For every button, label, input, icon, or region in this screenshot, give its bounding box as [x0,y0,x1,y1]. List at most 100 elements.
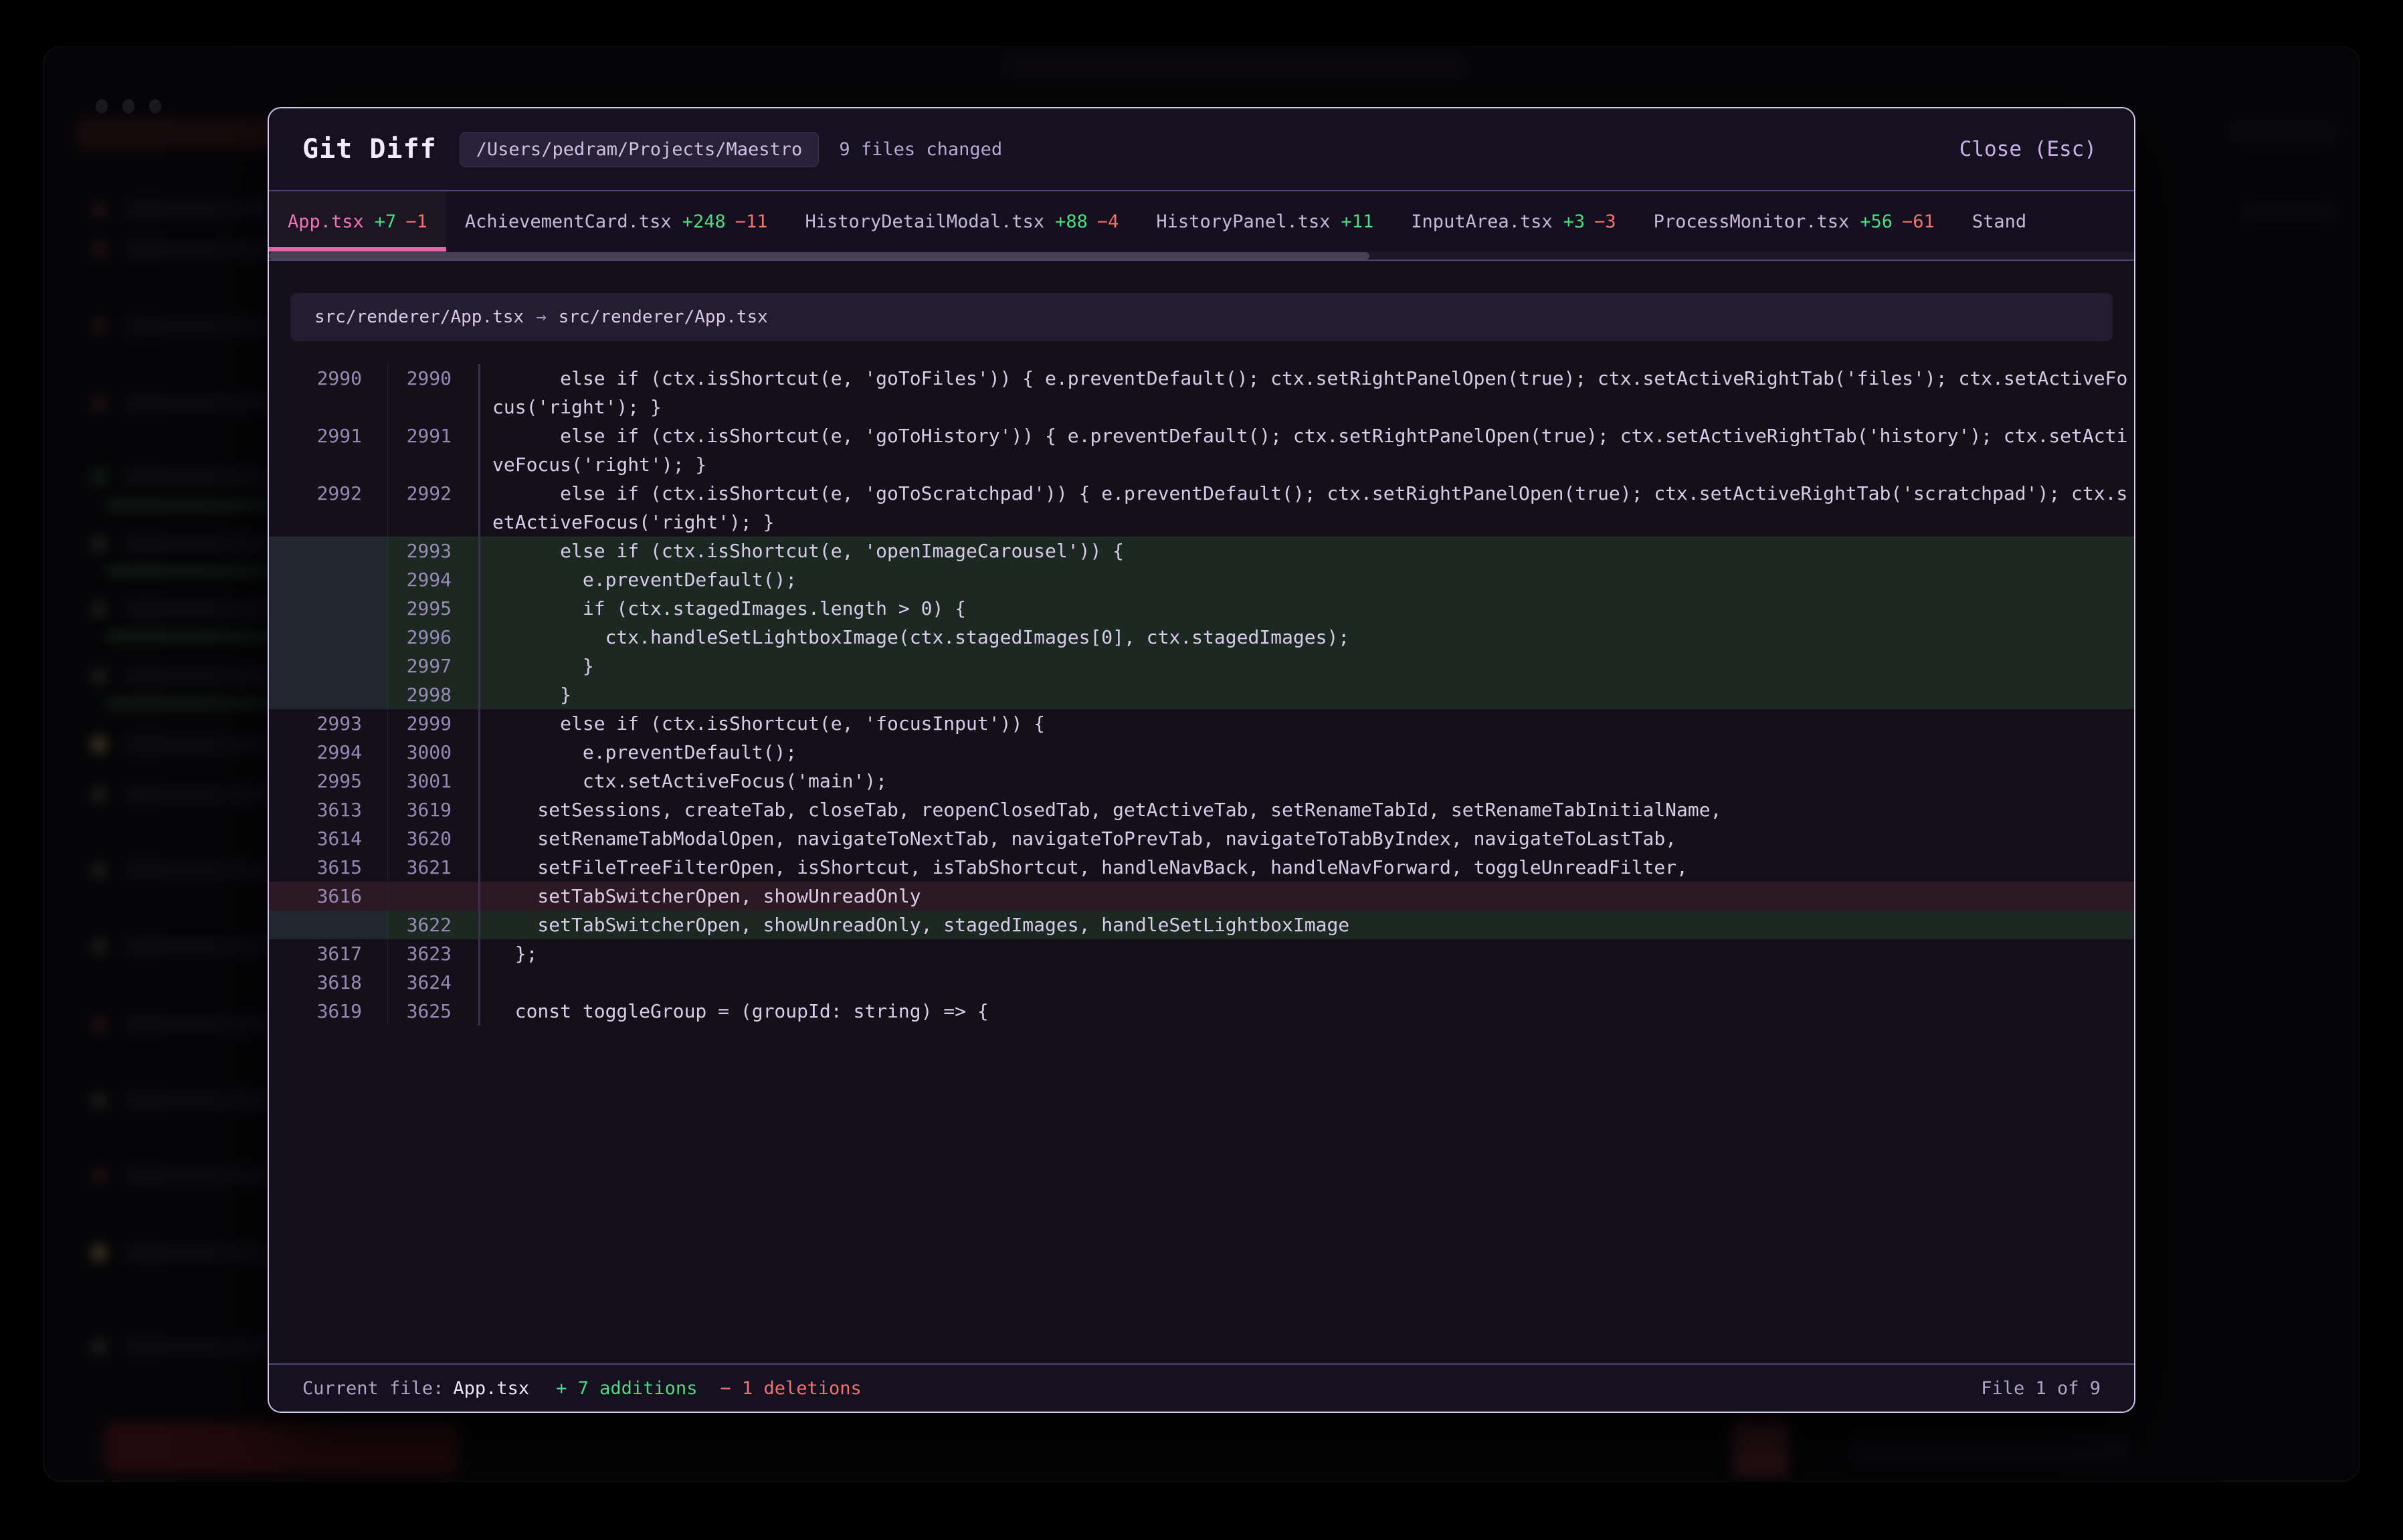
diff-row: 2995 if (ctx.stagedImages.length > 0) { [269,594,2134,623]
tab-filename: HistoryDetailModal.tsx [805,211,1045,232]
old-line-number: 3619 [269,997,388,1026]
diff-row: 36193625 const toggleGroup = (groupId: s… [269,997,2134,1026]
code-line: setRenameTabModalOpen, navigateToNextTab… [480,824,2134,853]
tab-deletions: −11 [735,211,768,232]
files-changed-count: 9 files changed [839,139,1002,160]
code-line: ctx.handleSetLightboxImage(ctx.stagedIma… [480,623,2134,652]
code-line [480,968,2134,997]
diff-file-tab-app-tsx[interactable]: App.tsx +7 −1 [269,191,446,252]
code-line: setFileTreeFilterOpen, isShortcut, isTab… [480,853,2134,882]
old-line-number [269,393,388,421]
diff-file-tab-achievementcard-tsx[interactable]: AchievementCard.tsx +248 −11 [446,191,787,252]
old-line-number [269,450,388,479]
new-line-number: 3621 [388,853,478,882]
code-line: setTabSwitcherOpen, showUnreadOnly [480,882,2134,910]
diff-row: 36153621 setFileTreeFilterOpen, isShortc… [269,853,2134,882]
code-line: }; [480,939,2134,968]
tab-deletions: −61 [1902,211,1935,232]
new-line-number: 2990 [388,364,478,393]
tab-filename: InputArea.tsx [1411,211,1552,232]
close-button[interactable]: Close (Esc) [1955,136,2101,162]
diff-row: 29902990 else if (ctx.isShortcut(e, 'goT… [269,364,2134,393]
diff-row: 3616 setTabSwitcherOpen, showUnreadOnly [269,882,2134,910]
code-line: else if (ctx.isShortcut(e, 'openImageCar… [480,537,2134,565]
diff-row: 36183624 [269,968,2134,997]
new-line-number: 2996 [388,623,478,652]
code-line: e.preventDefault(); [480,738,2134,767]
current-file-label: Current file: [302,1378,444,1399]
new-line-number: 2995 [388,594,478,623]
old-line-number: 2994 [269,738,388,767]
tabbar-scrollbar-thumb[interactable] [269,252,1369,260]
code-line: setSessions, createTab, closeTab, reopen… [480,795,2134,824]
new-line-number: 3625 [388,997,478,1026]
old-line-number [269,680,388,709]
old-line-number [269,623,388,652]
diff-row: veFocus('right'); } [269,450,2134,479]
old-line-number [269,652,388,680]
old-line-number: 2992 [269,479,388,508]
diff-row: 2994 e.preventDefault(); [269,565,2134,594]
diff-row: 2993 else if (ctx.isShortcut(e, 'openIma… [269,537,2134,565]
new-line-number: 2991 [388,421,478,450]
tab-deletions: −4 [1097,211,1119,232]
code-line: else if (ctx.isShortcut(e, 'goToFiles'))… [480,364,2134,393]
old-line-number [269,565,388,594]
new-line-number: 3001 [388,767,478,795]
modal-footer: Current file: App.tsx + 7 additions − 1 … [269,1363,2134,1412]
new-line-number [388,393,478,421]
old-line-number: 3616 [269,882,388,910]
diff-row: 36143620 setRenameTabModalOpen, navigate… [269,824,2134,853]
diff-file-tab-historypanel-tsx[interactable]: HistoryPanel.tsx +11 [1137,191,1392,252]
diff-row: 29912991 else if (ctx.isShortcut(e, 'goT… [269,421,2134,450]
diff-row: 2997 } [269,652,2134,680]
additions-count: + 7 additions [556,1378,697,1399]
tab-additions: +11 [1341,211,1374,232]
code-line: else if (ctx.isShortcut(e, 'goToScratchp… [480,479,2134,508]
code-line: } [480,652,2134,680]
tab-filename: App.tsx [288,211,364,232]
diff-file-tab-inputarea-tsx[interactable]: InputArea.tsx+3−3 [1392,191,1634,252]
new-line-number: 2999 [388,709,478,738]
diff-row: cus('right'); } [269,393,2134,421]
new-line-number: 3620 [388,824,478,853]
old-line-number: 3618 [269,968,388,997]
code-line: cus('right'); } [480,393,2134,421]
git-diff-modal: Git Diff /Users/pedram/Projects/Maestro … [268,107,2135,1413]
repo-path-badge: /Users/pedram/Projects/Maestro [460,132,820,167]
tab-filename: HistoryPanel.tsx [1156,211,1330,232]
new-line-number [388,508,478,537]
new-line-number: 3622 [388,910,478,939]
code-line: const toggleGroup = (groupId: string) =>… [480,997,2134,1026]
tab-filename: Stand [1972,211,2026,232]
diff-row: 2998 } [269,680,2134,709]
diff-file-tab-historydetailmodal-tsx[interactable]: HistoryDetailModal.tsx +88 −4 [787,191,1138,252]
file-tabbar: App.tsx +7 −1 AchievementCard.tsx +248 −11 His… [269,191,2134,252]
diff-row: 29922992 else if (ctx.isShortcut(e, 'goT… [269,479,2134,508]
diff-row: 29943000 e.preventDefault(); [269,738,2134,767]
code-line: } [480,680,2134,709]
code-line: else if (ctx.isShortcut(e, 'goToHistory'… [480,421,2134,450]
old-line-number: 2993 [269,709,388,738]
file-path-from: src/renderer/App.tsx [314,307,524,327]
tab-filename: AchievementCard.tsx [465,211,672,232]
diff-line-list: 29902990 else if (ctx.isShortcut(e, 'goT… [269,364,2134,1026]
code-line: e.preventDefault(); [480,565,2134,594]
file-path-to: src/renderer/App.tsx [559,307,768,327]
new-line-number: 3624 [388,968,478,997]
old-line-number: 3615 [269,853,388,882]
diff-file-tab-processmonitor-tsx[interactable]: ProcessMonitor.tsx+56−61 [1635,191,1953,252]
diff-file-tab-stand[interactable]: Stand [1953,191,2045,252]
old-line-number [269,910,388,939]
new-line-number: 2998 [388,680,478,709]
tab-additions: +7 [375,211,397,232]
tab-additions: +248 [682,211,726,232]
diff-row: 29932999 else if (ctx.isShortcut(e, 'foc… [269,709,2134,738]
old-line-number [269,537,388,565]
old-line-number: 3614 [269,824,388,853]
diff-row: 29953001 ctx.setActiveFocus('main'); [269,767,2134,795]
modal-header: Git Diff /Users/pedram/Projects/Maestro … [269,108,2134,191]
diff-row: 2996 ctx.handleSetLightboxImage(ctx.stag… [269,623,2134,652]
tab-additions: +88 [1055,211,1088,232]
tab-deletions: −1 [405,211,427,232]
